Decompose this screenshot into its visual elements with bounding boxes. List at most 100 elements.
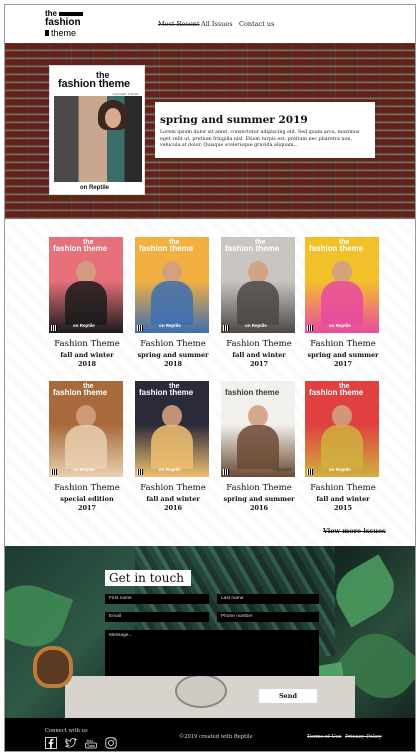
cover-figure — [76, 261, 96, 283]
issue-card[interactable]: the fashion theme copyright Fashion Theme sp… — [221, 381, 297, 512]
issue-card[interactable]: the fashion theme on Reptile Fashion Theme s… — [135, 237, 211, 368]
message-field[interactable]: Message... — [105, 630, 319, 676]
site-header: the fashion theme Most Recent All Issues… — [5, 5, 415, 43]
featured-issue-title[interactable]: spring and summer 2019 — [160, 114, 370, 126]
cover-title: fashion theme — [139, 244, 194, 253]
site-footer: Connect with us You Tube ©2019 created w… — [5, 718, 415, 751]
issue-name: Fashion Theme — [140, 483, 206, 493]
featured-issue-card: spring and summer 2019 Lorem ipsum dolor… — [155, 102, 375, 158]
issue-name: Fashion Theme — [54, 483, 120, 493]
issue-card[interactable]: the fashion theme on Reptile Fashion Theme f… — [135, 381, 211, 512]
barcode-icon — [51, 325, 57, 331]
barcode-icon — [51, 469, 57, 475]
cover-title: fashion theme — [139, 388, 194, 397]
cover-title: fashion theme — [309, 244, 364, 253]
issue-cover[interactable]: the fashion theme on Reptile — [49, 237, 123, 333]
site-logo[interactable]: the fashion theme — [45, 10, 85, 38]
cover-figure — [76, 405, 96, 427]
terms-link[interactable]: Terms of Use — [307, 734, 342, 740]
cover-copyright: copyright — [273, 467, 292, 472]
view-more-link[interactable]: View more issues — [323, 527, 386, 535]
cover-figure-body — [237, 281, 279, 325]
svg-text:You: You — [86, 738, 93, 743]
svg-text:Tube: Tube — [87, 744, 95, 748]
photo-face — [105, 108, 121, 128]
issue-cover[interactable]: the fashion theme on Reptile — [135, 381, 209, 477]
email-field[interactable]: Email — [105, 612, 209, 622]
issue-card[interactable]: the fashion theme on Reptile Fashion Theme f… — [221, 237, 297, 368]
issue-card[interactable]: the fashion theme on Reptile Fashion Theme s… — [49, 381, 125, 512]
featured-cover[interactable]: the fashion theme copyright ©2019 on Rep… — [49, 65, 145, 195]
issue-season: spring and summer — [137, 351, 209, 359]
barcode-icon — [307, 325, 313, 331]
issue-cover[interactable]: the fashion theme on Reptile — [49, 381, 123, 477]
issue-name: Fashion Theme — [226, 339, 292, 349]
issue-year: 2017 — [333, 360, 353, 368]
issue-season: fall and winter — [316, 495, 370, 503]
cover-publisher: on Reptile — [159, 323, 181, 328]
issue-card[interactable]: the fashion theme on Reptile Fashion Theme s… — [305, 237, 381, 368]
cover-title: fashion theme — [58, 78, 130, 90]
issues-grid: the fashion theme on Reptile Fashion Theme f… — [5, 219, 415, 545]
cover-title: fashion theme — [225, 388, 280, 397]
issue-season: special edition — [60, 495, 114, 503]
instagram-icon[interactable] — [105, 737, 117, 749]
youtube-icon[interactable]: You Tube — [85, 737, 97, 749]
cover-publisher: on Reptile — [159, 467, 181, 472]
cover-publisher: on Reptile — [329, 323, 351, 328]
bg-chair — [175, 674, 227, 708]
logo-square — [45, 30, 49, 36]
cover-photo — [54, 96, 142, 182]
bg-pot — [33, 646, 73, 688]
issue-name: Fashion Theme — [54, 339, 120, 349]
logo-bar — [59, 12, 83, 16]
cover-figure-body — [65, 425, 107, 469]
issue-year: 2015 — [333, 504, 353, 512]
first-name-field[interactable]: First name — [105, 594, 209, 604]
featured-issue-description: Lorem ipsum dolor sit amet, consectetur … — [160, 130, 360, 148]
cover-title: fashion theme — [53, 244, 108, 253]
cover-figure-body — [321, 281, 363, 325]
cover-figure-body — [151, 281, 193, 325]
send-button[interactable]: Send — [259, 689, 317, 703]
issue-name: Fashion Theme — [140, 339, 206, 349]
barcode-icon — [223, 469, 229, 475]
hero-banner: the fashion theme copyright ©2019 on Rep… — [5, 43, 415, 219]
cover-figure — [332, 405, 352, 427]
issue-card[interactable]: the fashion theme on Reptile Fashion Theme f… — [49, 237, 125, 368]
last-name-field[interactable]: Last name — [217, 594, 319, 604]
connect-label: Connect with us — [45, 728, 88, 734]
issue-year: 2016 — [163, 504, 183, 512]
cover-title: fashion theme — [53, 388, 108, 397]
issue-name: Fashion Theme — [226, 483, 292, 493]
issue-cover[interactable]: the fashion theme on Reptile — [221, 237, 295, 333]
issue-year: 2018 — [77, 360, 97, 368]
cover-title: fashion theme — [225, 244, 280, 253]
cover-publisher: on Reptile — [73, 323, 95, 328]
barcode-icon — [307, 469, 313, 475]
issue-season: fall and winter — [60, 351, 114, 359]
privacy-link[interactable]: Privacy Policy — [345, 734, 382, 740]
issue-cover[interactable]: the fashion theme on Reptile — [135, 237, 209, 333]
barcode-icon — [137, 469, 143, 475]
barcode-icon — [223, 325, 229, 331]
bg-leaf — [5, 575, 74, 657]
nav-most-recent[interactable]: Most Recent — [158, 20, 200, 28]
copyright-text: ©2019 created with Reptile — [179, 734, 253, 740]
issue-year: 2017 — [249, 360, 269, 368]
issue-year: 2018 — [163, 360, 183, 368]
issue-card[interactable]: the fashion theme on Reptile Fashion Theme f… — [305, 381, 381, 512]
logo-fashion: fashion — [45, 17, 81, 28]
cover-figure — [332, 261, 352, 283]
phone-field[interactable]: Phone number — [217, 612, 319, 622]
nav-contact-us[interactable]: Contact us — [239, 20, 274, 28]
cover-figure — [248, 405, 268, 427]
facebook-icon[interactable] — [45, 737, 57, 749]
twitter-icon[interactable] — [65, 737, 77, 749]
issue-season: spring and summer — [307, 351, 379, 359]
issue-cover[interactable]: the fashion theme on Reptile — [305, 381, 379, 477]
issue-cover[interactable]: the fashion theme copyright — [221, 381, 295, 477]
nav-all-issues[interactable]: All Issues — [201, 20, 233, 28]
issue-cover[interactable]: the fashion theme on Reptile — [305, 237, 379, 333]
logo-theme: theme — [51, 28, 77, 38]
